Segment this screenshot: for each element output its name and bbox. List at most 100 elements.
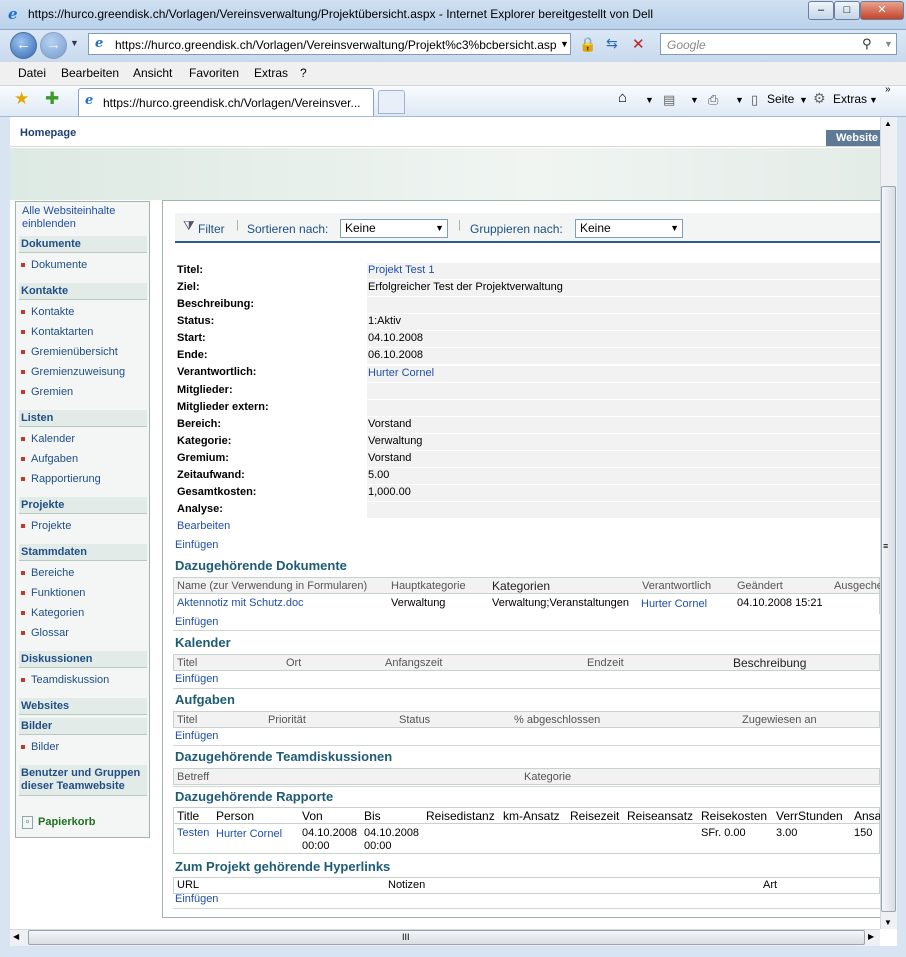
col-header-ansatz[interactable]: Ansa — [854, 809, 881, 823]
col-header-reisekosten[interactable]: Reisekosten — [701, 809, 767, 823]
home-dropdown-icon[interactable]: ▼ — [645, 95, 654, 105]
col-header-kategorie[interactable]: Kategorie — [524, 771, 571, 783]
nav-item-projekte[interactable]: Projekte — [31, 520, 71, 532]
col-header-art[interactable]: Art — [763, 879, 777, 891]
scroll-left-icon[interactable]: ◀ — [13, 932, 19, 941]
nav-item-rapportierung[interactable]: Rapportierung — [31, 473, 101, 485]
homepage-link[interactable]: Homepage — [20, 127, 76, 139]
col-header-reisezeit[interactable]: Reisezeit — [570, 809, 619, 823]
col-header-verrstunden[interactable]: VerrStunden — [776, 809, 843, 823]
document-name-link[interactable]: Aktennotiz mit Schutz.doc — [177, 597, 304, 609]
menu-datei[interactable]: Datei — [18, 66, 46, 80]
maximize-button[interactable]: □ — [834, 1, 860, 20]
col-header-notizen[interactable]: Notizen — [388, 879, 425, 891]
stop-icon[interactable]: ✕ — [632, 35, 645, 53]
extras-dropdown-icon[interactable]: ▼ — [869, 95, 878, 105]
home-icon[interactable]: ⌂ — [618, 89, 627, 106]
col-header-geaendert[interactable]: Geändert — [737, 580, 783, 592]
menu-extras[interactable]: Extras — [254, 66, 288, 80]
nav-group-kontakte[interactable]: Kontakte — [19, 283, 147, 300]
search-dropdown-icon[interactable]: ▼ — [884, 39, 893, 49]
chevron-more-icon[interactable]: » — [885, 84, 891, 95]
scroll-right-icon[interactable]: ▶ — [868, 932, 874, 941]
insert-link-hyperlinks[interactable]: Einfügen — [175, 893, 218, 905]
nav-item-gremienzuweisung[interactable]: Gremienzuweisung — [31, 366, 125, 378]
col-header-abgeschlossen[interactable]: % abgeschlossen — [514, 714, 600, 726]
refresh-icon[interactable]: ⇆ — [606, 35, 618, 52]
field-value-titel[interactable]: Projekt Test 1 — [368, 264, 434, 276]
scroll-down-icon[interactable]: ▼ — [884, 918, 892, 927]
sort-select[interactable]: Keine ▼ — [340, 219, 448, 238]
all-site-content-link[interactable]: Alle Websiteinhalte einblenden — [22, 205, 144, 231]
col-header-km-ansatz[interactable]: km-Ansatz — [503, 809, 560, 823]
col-header-betreff[interactable]: Betreff — [177, 771, 209, 783]
nav-group-diskussionen[interactable]: Diskussionen — [19, 651, 147, 668]
col-header-titel[interactable]: Titel — [177, 657, 197, 669]
col-header-anfangszeit[interactable]: Anfangszeit — [385, 657, 442, 669]
feeds-dropdown-icon[interactable]: ▼ — [690, 95, 699, 105]
print-icon[interactable]: ⎙ — [708, 92, 718, 108]
col-header-titel[interactable]: Titel — [177, 714, 197, 726]
nav-group-dokumente[interactable]: Dokumente — [19, 236, 147, 253]
nav-item-kategorien[interactable]: Kategorien — [31, 607, 84, 619]
feeds-icon[interactable]: ▤ — [663, 92, 675, 108]
nav-item-gremien[interactable]: Gremien — [31, 386, 73, 398]
horizontal-scroll-thumb[interactable] — [28, 930, 865, 945]
print-dropdown-icon[interactable]: ▼ — [735, 95, 744, 105]
new-tab-button[interactable] — [378, 90, 405, 114]
col-header-von[interactable]: Von — [302, 809, 323, 823]
minimize-button[interactable]: – — [808, 1, 834, 20]
col-header-bis[interactable]: Bis — [364, 809, 381, 823]
col-header-url[interactable]: URL — [177, 879, 199, 891]
nav-group-bilder[interactable]: Bilder — [19, 718, 147, 735]
edit-link[interactable]: Bearbeiten — [177, 520, 230, 532]
address-dropdown-icon[interactable]: ▼ — [560, 39, 569, 49]
favorites-star-icon[interactable]: ★ — [14, 89, 29, 109]
page-menu[interactable]: Seite — [767, 92, 794, 106]
nav-item-dokumente[interactable]: Dokumente — [31, 259, 87, 271]
website-tab[interactable]: Website — [826, 130, 880, 146]
lock-icon[interactable]: 🔒 — [579, 36, 596, 53]
nav-item-teamdiskussion[interactable]: Teamdiskussion — [31, 674, 109, 686]
nav-item-kontaktarten[interactable]: Kontaktarten — [31, 326, 93, 338]
col-header-reiseansatz[interactable]: Reiseansatz — [627, 809, 693, 823]
insert-link-dokumente[interactable]: Einfügen — [175, 616, 218, 628]
col-header-endzeit[interactable]: Endzeit — [587, 657, 624, 669]
col-header-beschreibung[interactable]: Beschreibung — [733, 656, 806, 670]
filter-button[interactable]: Filter — [198, 222, 225, 236]
search-icon[interactable]: ⚲ — [862, 36, 872, 52]
search-input[interactable]: Google ⚲ ▼ — [660, 33, 897, 55]
add-favorite-icon[interactable]: ✚ — [45, 89, 59, 109]
col-header-reisedistanz[interactable]: Reisedistanz — [426, 809, 495, 823]
document-verantwortlich-link[interactable]: Hurter Cornel — [641, 598, 707, 610]
nav-item-funktionen[interactable]: Funktionen — [31, 587, 85, 599]
nav-group-stammdaten[interactable]: Stammdaten — [19, 544, 147, 561]
extras-menu[interactable]: Extras — [833, 92, 867, 106]
nav-item-gremienuebersicht[interactable]: Gremienübersicht — [31, 346, 118, 358]
recycle-bin-link[interactable]: Papierkorb — [38, 816, 95, 828]
group-select[interactable]: Keine ▼ — [575, 219, 683, 238]
insert-link-projekt[interactable]: Einfügen — [175, 539, 218, 551]
nav-item-aufgaben[interactable]: Aufgaben — [31, 453, 78, 465]
scroll-up-icon[interactable]: ▲ — [884, 119, 892, 128]
browser-tab-active[interactable]: e https://hurco.greendisk.ch/Vorlagen/Ve… — [78, 88, 374, 116]
col-header-person[interactable]: Person — [216, 809, 254, 823]
col-header-zugewiesen[interactable]: Zugewiesen an — [742, 714, 817, 726]
menu-ansicht[interactable]: Ansicht — [133, 66, 172, 80]
close-button[interactable]: ✕ — [860, 1, 904, 20]
col-header-verantwortlich[interactable]: Verantwortlich — [642, 580, 711, 592]
col-header-ort[interactable]: Ort — [286, 657, 301, 669]
col-header-ausgecheckt[interactable]: Ausgeche — [834, 580, 883, 592]
insert-link-aufgaben[interactable]: Einfügen — [175, 730, 218, 742]
nav-group-websites[interactable]: Websites — [19, 698, 147, 715]
col-header-hauptkategorie[interactable]: Hauptkategorie — [391, 580, 466, 592]
col-header-prioritaet[interactable]: Priorität — [268, 714, 306, 726]
nav-group-people[interactable]: Benutzer und Gruppen dieser Teamwebsite — [19, 765, 147, 796]
field-value-verantwortlich[interactable]: Hurter Cornel — [368, 367, 434, 379]
nav-group-listen[interactable]: Listen — [19, 410, 147, 427]
nav-item-kontakte[interactable]: Kontakte — [31, 306, 74, 318]
menu-favoriten[interactable]: Favoriten — [189, 66, 239, 80]
nav-item-kalender[interactable]: Kalender — [31, 433, 75, 445]
menu-help[interactable]: ? — [300, 66, 307, 80]
insert-link-kalender[interactable]: Einfügen — [175, 673, 218, 685]
